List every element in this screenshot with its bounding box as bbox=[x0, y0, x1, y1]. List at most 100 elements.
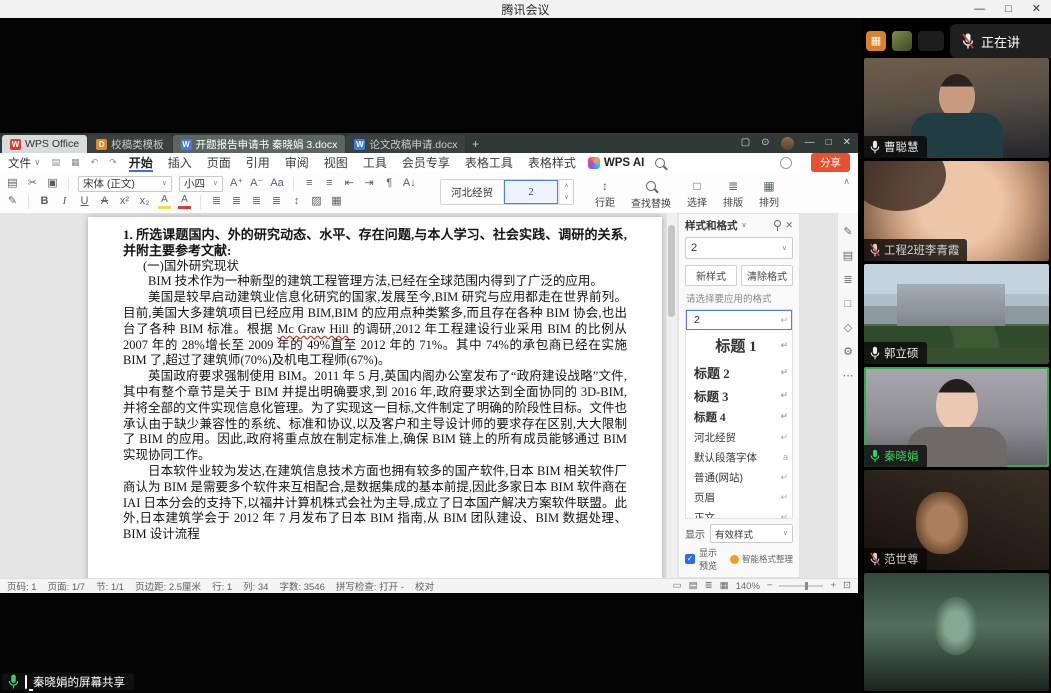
participant-tile[interactable]: 曹聪慧 bbox=[864, 58, 1049, 158]
wps-ai-tab[interactable]: WPS AI bbox=[588, 157, 644, 169]
menu-tab[interactable]: 页面 bbox=[206, 153, 232, 172]
new-style-button[interactable]: 新样式 bbox=[685, 265, 737, 286]
zoom-slider[interactable] bbox=[779, 585, 823, 587]
spinner-up-icon[interactable] bbox=[559, 180, 573, 192]
shading-icon[interactable] bbox=[310, 194, 323, 209]
scrollbar-thumb[interactable] bbox=[668, 225, 675, 317]
document-page[interactable]: 1. 所选课题国内、外的研究动态、水平、存在问题,与本人学习、社会实践、调研的关… bbox=[88, 217, 662, 578]
font-color-icon[interactable] bbox=[178, 194, 191, 209]
decrease-font-icon[interactable] bbox=[250, 176, 263, 191]
style-gallery-current[interactable]: 2 bbox=[504, 180, 559, 204]
menu-tab[interactable]: 会员专享 bbox=[401, 153, 451, 172]
workspace-icon[interactable] bbox=[741, 138, 750, 148]
style-list-item[interactable]: 标题 2↵ bbox=[686, 360, 792, 384]
outline-tool-icon[interactable] bbox=[843, 275, 852, 286]
menu-tab[interactable]: 引用 bbox=[245, 153, 271, 172]
wps-home-tab[interactable]: WWPS Office bbox=[2, 135, 87, 153]
menu-tab[interactable]: 插入 bbox=[167, 153, 193, 172]
style-gallery-item[interactable]: 河北经贸 bbox=[441, 180, 504, 204]
participant-tile[interactable]: 工程2班李青霞 bbox=[864, 161, 1049, 261]
wps-minimize-button[interactable] bbox=[805, 138, 815, 148]
stamp-tool-icon[interactable] bbox=[844, 323, 852, 334]
style-list-item[interactable]: 正文↵ bbox=[686, 507, 792, 519]
ribbon-button[interactable]: 行距 bbox=[588, 175, 622, 213]
zoom-level[interactable]: 140% bbox=[736, 581, 760, 592]
style-list-item[interactable]: 默认段落字体a bbox=[686, 447, 792, 467]
edit-tool-icon[interactable] bbox=[843, 227, 852, 238]
increase-indent-icon[interactable] bbox=[363, 176, 376, 191]
view-read-icon[interactable] bbox=[720, 581, 729, 591]
wps-document-tab[interactable]: D校稿类模板 bbox=[88, 135, 172, 153]
font-size-select[interactable]: 小四 bbox=[179, 176, 223, 192]
align-left-icon[interactable] bbox=[210, 194, 223, 209]
paste-icon[interactable] bbox=[6, 176, 19, 191]
style-list-item[interactable]: 2↵ bbox=[686, 310, 792, 330]
app-center-icon[interactable] bbox=[761, 138, 769, 148]
participant-tile[interactable]: 郭立硕 bbox=[864, 264, 1049, 364]
sort-icon[interactable] bbox=[403, 176, 416, 191]
wps-user-avatar[interactable] bbox=[781, 137, 794, 150]
underline-icon[interactable] bbox=[78, 194, 91, 209]
align-right-icon[interactable] bbox=[250, 194, 263, 209]
ribbon-button[interactable]: 查找替换 bbox=[624, 175, 678, 213]
file-menu[interactable]: 文件 bbox=[8, 155, 41, 171]
italic-icon[interactable] bbox=[58, 194, 71, 209]
cut-icon[interactable] bbox=[26, 176, 39, 191]
shapes-tool-icon[interactable] bbox=[845, 299, 852, 310]
line-spacing-icon[interactable] bbox=[290, 194, 303, 209]
wps-close-button[interactable] bbox=[843, 138, 851, 148]
participant-tile[interactable]: 范世尊 bbox=[864, 470, 1049, 570]
view-web-icon[interactable] bbox=[689, 581, 698, 591]
save-icon[interactable] bbox=[52, 158, 61, 167]
show-filter-select[interactable]: 有效样式 bbox=[710, 524, 793, 543]
highlight-color-icon[interactable] bbox=[158, 194, 171, 209]
menu-tab[interactable]: 开始 bbox=[128, 153, 154, 172]
menu-tab[interactable]: 表格样式 bbox=[527, 153, 577, 172]
style-list-item[interactable]: 页眉↵ bbox=[686, 487, 792, 507]
menu-tab[interactable]: 工具 bbox=[362, 153, 388, 172]
panel-close-icon[interactable] bbox=[785, 221, 793, 230]
wps-document-tab[interactable]: W论文改稿申请.docx bbox=[346, 135, 465, 153]
wps-document-tab[interactable]: W开题报告申请书 秦晓娟 3.docx bbox=[173, 135, 346, 153]
style-list-item[interactable]: 标题 3↵ bbox=[686, 384, 792, 406]
toolbar-chip[interactable] bbox=[918, 31, 944, 51]
current-style-combo[interactable]: 2 bbox=[685, 237, 793, 259]
copy-icon[interactable] bbox=[46, 176, 59, 191]
properties-tool-icon[interactable] bbox=[843, 251, 853, 262]
borders-icon[interactable] bbox=[330, 194, 343, 209]
cloud-sync-icon[interactable] bbox=[780, 157, 792, 169]
smart-format-button[interactable]: 智能格式整理 bbox=[730, 553, 793, 565]
ribbon-button[interactable]: 排列 bbox=[752, 175, 786, 213]
format-painter-icon[interactable] bbox=[6, 194, 19, 209]
menu-tab[interactable]: 视图 bbox=[323, 153, 349, 172]
wps-maximize-button[interactable] bbox=[826, 138, 832, 148]
increase-font-icon[interactable] bbox=[230, 176, 243, 191]
view-outline-icon[interactable] bbox=[705, 581, 713, 591]
superscript-icon[interactable] bbox=[118, 194, 131, 209]
style-list-item[interactable]: 标题 4↵ bbox=[686, 406, 792, 427]
collapse-ribbon-icon[interactable] bbox=[843, 177, 850, 186]
new-tab-button[interactable]: + bbox=[466, 135, 484, 153]
style-list-item[interactable]: 河北经贸↵ bbox=[686, 427, 792, 447]
subscript-icon[interactable] bbox=[138, 194, 151, 209]
search-icon[interactable] bbox=[655, 158, 665, 168]
ribbon-button[interactable]: 排版 bbox=[716, 175, 750, 213]
ribbon-button[interactable]: 选择 bbox=[680, 175, 714, 213]
chevron-down-icon[interactable] bbox=[742, 222, 747, 229]
show-marks-icon[interactable] bbox=[383, 176, 396, 191]
participant-tile[interactable] bbox=[864, 573, 1049, 691]
clear-format-button[interactable]: 清除格式 bbox=[741, 265, 793, 286]
zoom-in-button[interactable] bbox=[830, 581, 836, 591]
style-list-item[interactable]: 普通(网站)↵ bbox=[686, 467, 792, 487]
pin-icon[interactable] bbox=[773, 220, 781, 231]
bold-icon[interactable] bbox=[38, 194, 51, 209]
zoom-out-button[interactable] bbox=[767, 581, 773, 591]
settings-tool-icon[interactable] bbox=[843, 347, 853, 358]
strikethrough-icon[interactable] bbox=[98, 194, 111, 209]
maximize-button[interactable] bbox=[1005, 4, 1012, 15]
participant-tile[interactable]: 秦晓娟 bbox=[864, 367, 1049, 467]
numbering-icon[interactable] bbox=[323, 176, 336, 191]
share-button[interactable]: 分享 bbox=[811, 153, 850, 172]
more-tools-icon[interactable] bbox=[843, 371, 854, 382]
menu-tab[interactable]: 表格工具 bbox=[464, 153, 514, 172]
